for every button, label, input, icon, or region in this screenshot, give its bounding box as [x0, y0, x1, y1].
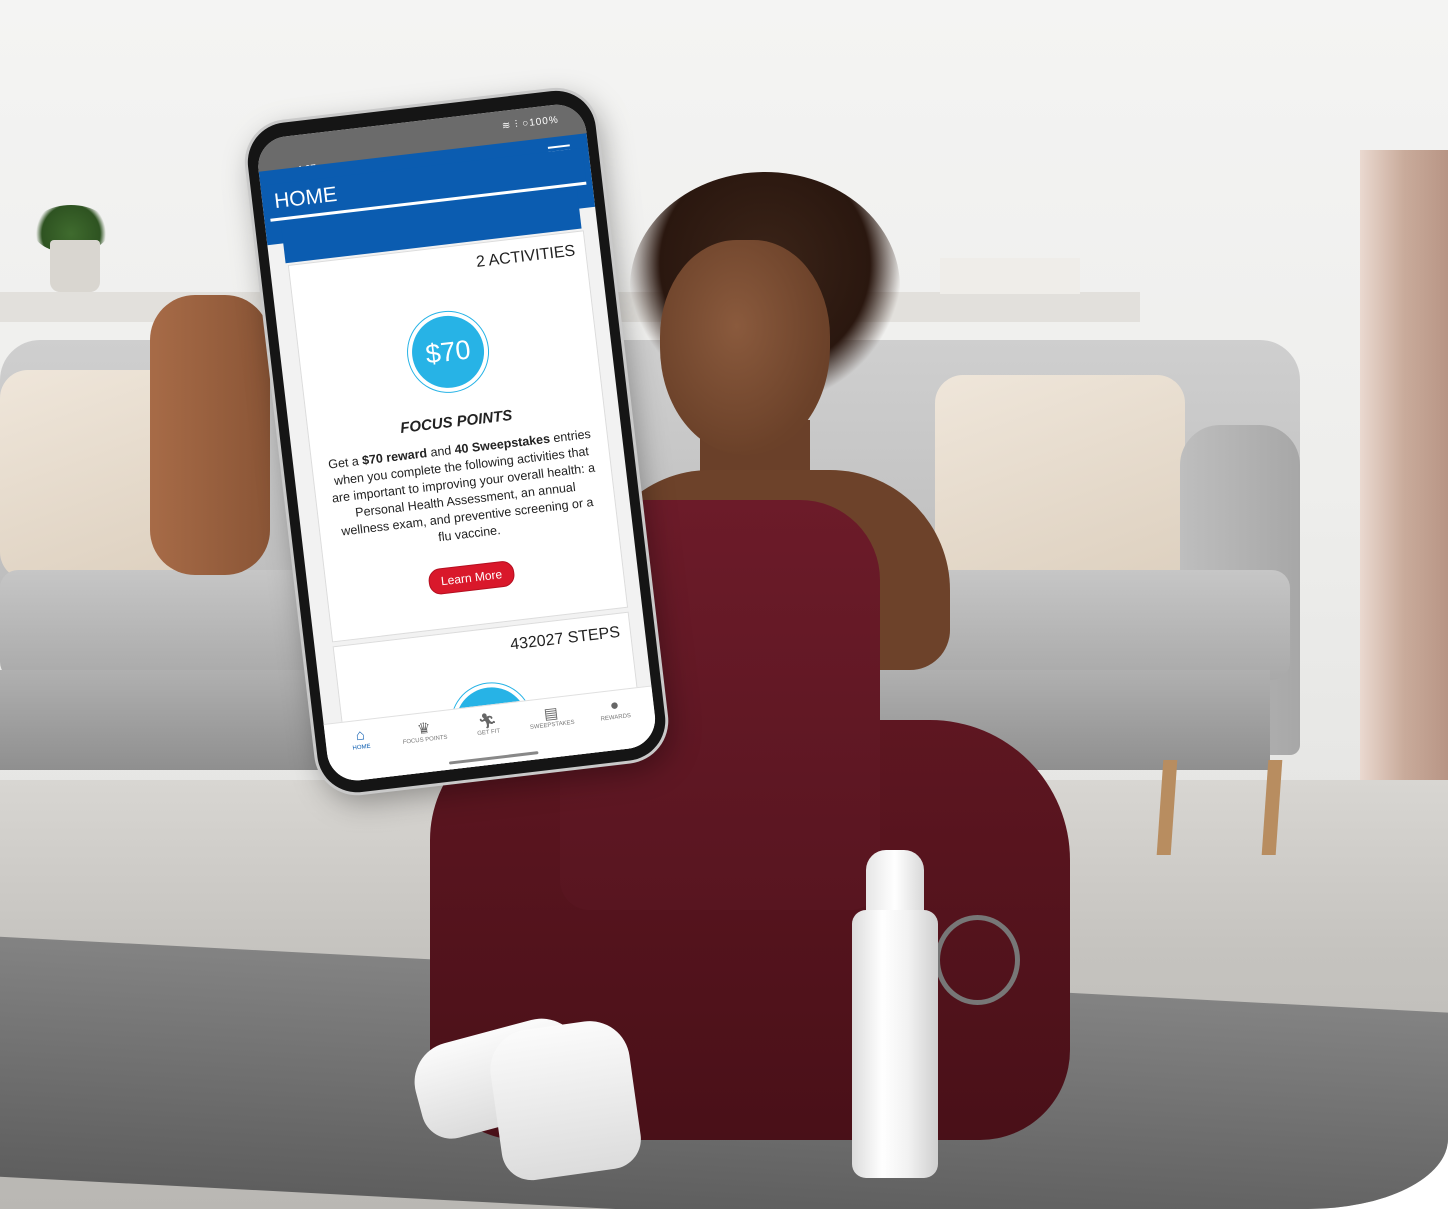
smartphone: 4:07 ≋ ⫶ ○100% HOME 2 ACTIVITIES $70 FOC…	[243, 86, 670, 797]
learn-more-button[interactable]: Learn More	[427, 559, 516, 596]
shelf-box	[940, 258, 1080, 294]
status-icons: ≋ ⫶ ○100%	[501, 114, 559, 132]
wifi-icon: ≋ ⫶	[501, 118, 523, 133]
tab-sweepstakes[interactable]: ▤ SWEEPSTAKES	[519, 701, 583, 732]
water-bottle	[852, 910, 938, 1178]
focus-points-card: 2 ACTIVITIES $70 FOCUS POINTS Get a $70 …	[287, 230, 629, 643]
activities-count: 2 ACTIVITIES	[475, 242, 577, 271]
reward-badge: $70	[408, 311, 488, 392]
tab-label: HOME	[352, 743, 371, 752]
tab-home[interactable]: ⌂ HOME	[328, 723, 392, 754]
woman-face	[660, 240, 830, 455]
sneaker	[485, 1015, 645, 1185]
battery-level: 100%	[528, 114, 560, 129]
sofa-pillow	[935, 375, 1185, 585]
hand-holding-phone	[150, 295, 270, 575]
photo-scene: 4:07 ≋ ⫶ ○100% HOME 2 ACTIVITIES $70 FOC…	[0, 0, 1448, 1209]
tab-get-fit[interactable]: 🏃︎ GET FIT	[456, 708, 520, 739]
desc-text: and	[426, 442, 456, 461]
tab-rewards[interactable]: ● REWARDS	[583, 693, 647, 724]
desc-text: Get a	[327, 453, 363, 472]
tab-label: GET FIT	[477, 728, 501, 738]
tab-focus-points[interactable]: ♛ FOCUS POINTS	[392, 716, 456, 747]
curtain	[1360, 150, 1448, 800]
card-description: Get a $70 reward and 40 Sweepstakes entr…	[325, 426, 603, 559]
plant-pot	[50, 240, 100, 292]
bottle-strap	[935, 915, 1020, 1005]
steps-count: 432027 STEPS	[509, 623, 621, 654]
